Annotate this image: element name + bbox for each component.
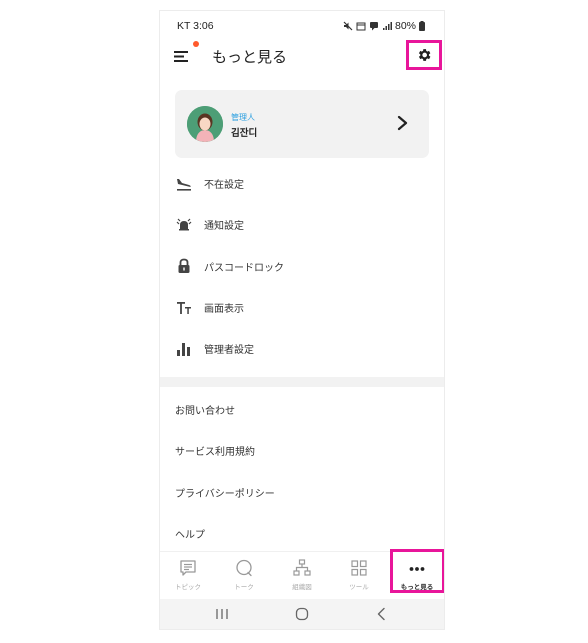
system-nav-bar [160, 599, 444, 629]
menu-item-display[interactable]: 画面表示 [160, 287, 444, 328]
bell-ringing-icon [175, 216, 193, 234]
chevron-right-icon [397, 115, 408, 131]
link-label: プライバシーポリシー [175, 488, 275, 500]
nav-talk[interactable]: トーク [220, 552, 268, 596]
org-chart-icon [293, 559, 311, 576]
bar-chart-icon [175, 340, 193, 358]
signal-icon [382, 22, 392, 30]
home-icon[interactable] [294, 607, 310, 621]
battery-icon [419, 21, 425, 31]
phone-screen: KT 3:06 80% もっと見る 管理人 김잔디 不在設定 通知設定 パスコー… [159, 10, 445, 630]
menu-item-admin[interactable]: 管理者設定 [160, 328, 444, 369]
menu-item-passcode[interactable]: パスコードロック [160, 246, 444, 287]
link-label: サービス利用規約 [175, 447, 255, 459]
avatar [187, 106, 223, 142]
status-bar: KT 3:06 80% [160, 11, 444, 35]
talk-icon [236, 559, 252, 577]
menu-item-away[interactable]: 不在設定 [160, 163, 444, 204]
lock-icon [175, 257, 193, 275]
menu-item-label: 管理者設定 [204, 345, 254, 357]
nav-org-chart[interactable]: 組織図 [278, 552, 326, 596]
info-links: お問い合わせ サービス利用規約 プライバシーポリシー ヘルプ [160, 389, 444, 554]
menu-item-label: 画面表示 [204, 304, 244, 316]
profile-role: 管理人 [231, 113, 255, 122]
mute-icon [343, 21, 353, 31]
nav-label: トピック [175, 584, 201, 591]
status-time: KT 3:06 [177, 20, 214, 32]
bottom-nav: トピック トーク 組織図 ツール もっと見る [160, 549, 444, 600]
link-label: お問い合わせ [175, 406, 235, 418]
hamburger-menu-icon[interactable] [174, 48, 190, 64]
link-privacy[interactable]: プライバシーポリシー [160, 472, 444, 513]
topic-icon [180, 560, 196, 576]
status-icons: 80% [343, 20, 425, 32]
highlight-box [390, 549, 444, 593]
gear-icon [418, 49, 431, 61]
link-label: ヘルプ [175, 530, 205, 542]
link-terms[interactable]: サービス利用規約 [160, 430, 444, 471]
recent-apps-icon[interactable] [214, 607, 230, 621]
app-header: もっと見る [160, 39, 444, 79]
profile-name: 김잔디 [231, 128, 258, 139]
settings-button[interactable] [406, 40, 442, 70]
link-help[interactable]: ヘルプ [160, 513, 444, 554]
nav-topic[interactable]: トピック [164, 552, 212, 596]
settings-menu: 不在設定 通知設定 パスコードロック 画面表示 管理者設定 [160, 163, 444, 369]
chat-icon [369, 22, 378, 31]
grid-icon [351, 560, 367, 576]
menu-item-label: パスコードロック [204, 262, 284, 274]
section-divider [160, 377, 444, 387]
nav-label: 組織図 [292, 584, 312, 591]
menu-item-label: 通知設定 [204, 221, 244, 233]
nav-tools[interactable]: ツール [335, 552, 383, 596]
notification-dot [193, 41, 199, 47]
page-title: もっと見る [212, 49, 288, 66]
profile-card[interactable]: 管理人 김잔디 [175, 90, 429, 158]
back-icon[interactable] [374, 607, 390, 621]
menu-item-label: 不在設定 [204, 180, 244, 192]
battery-percent: 80% [394, 20, 416, 32]
airplane-landing-icon [175, 175, 193, 193]
nav-label: ツール [349, 584, 369, 591]
menu-item-notifications[interactable]: 通知設定 [160, 204, 444, 245]
link-contact[interactable]: お問い合わせ [160, 389, 444, 430]
text-size-icon [175, 299, 193, 317]
calendar-icon [356, 22, 366, 31]
nav-label: トーク [234, 584, 254, 591]
